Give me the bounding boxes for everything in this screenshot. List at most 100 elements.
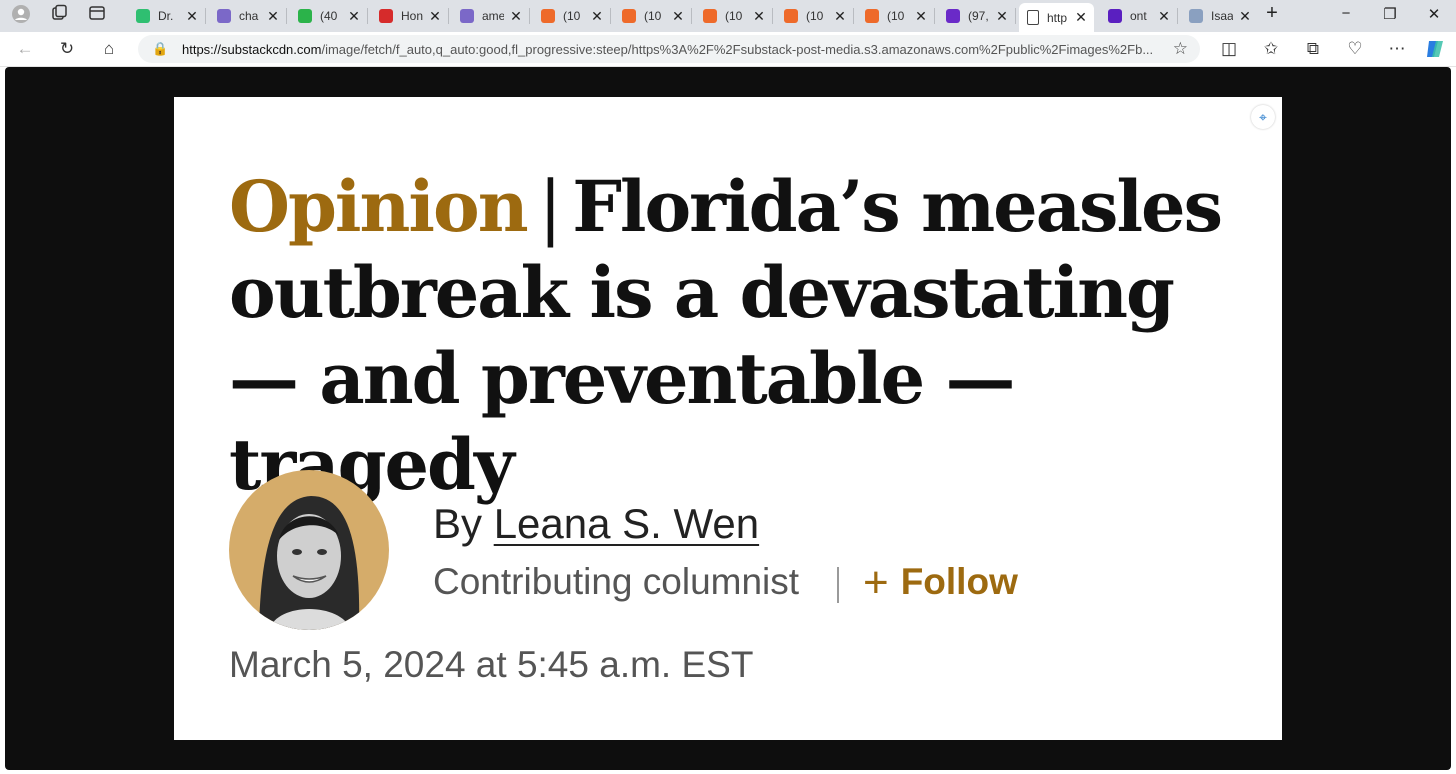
tab-actions-icon[interactable]	[86, 4, 108, 26]
tab-favicon-icon	[541, 9, 555, 23]
tab-strip: Dr. ✕ cha ✕ (40 ✕ Hon ✕ ame ✕ (10 ✕ (10 ✕ (10 ✕ (10 ✕ (10 ✕…	[0, 0, 1456, 32]
tab-favicon-icon	[136, 9, 150, 23]
profile-icon[interactable]	[10, 4, 32, 26]
tab-title: ont	[1130, 9, 1147, 23]
lock-icon[interactable]: 🔒	[152, 41, 168, 57]
browser-essentials-icon[interactable]: ♡	[1344, 38, 1366, 60]
browser-tab[interactable]: Dr. ✕	[128, 4, 203, 28]
restore-icon[interactable]: ❐	[1380, 5, 1400, 23]
close-tab-icon[interactable]: ✕	[429, 8, 441, 25]
close-tab-icon[interactable]: ✕	[915, 8, 927, 25]
back-icon[interactable]: ←	[14, 38, 36, 60]
follow-label: Follow	[900, 561, 1018, 602]
tab-title: cha	[239, 9, 259, 23]
browser-tab[interactable]: (10 ✕	[857, 4, 932, 28]
new-tab-icon[interactable]: +	[1262, 2, 1282, 25]
close-tab-icon[interactable]: ✕	[672, 8, 684, 25]
favorite-star-icon[interactable]: ☆	[1173, 39, 1188, 59]
browser-tab[interactable]: (10 ✕	[614, 4, 689, 28]
url-domain: https://substackcdn.com	[182, 42, 322, 57]
close-tab-icon[interactable]: ✕	[753, 8, 765, 25]
tab-separator	[205, 8, 206, 24]
refresh-icon[interactable]: ↻	[56, 38, 78, 60]
browser-tab[interactable]: ont ✕	[1100, 4, 1175, 28]
split-screen-icon[interactable]: ◫	[1218, 38, 1240, 60]
publish-date: March 5, 2024 at 5:45 a.m. EST	[229, 644, 754, 685]
opinion-kicker: Opinion	[229, 165, 529, 248]
browser-tab[interactable]: Isaa ✕	[1181, 4, 1256, 28]
tab-separator	[691, 8, 692, 24]
tab-separator	[853, 8, 854, 24]
close-tab-icon[interactable]: ✕	[186, 8, 198, 25]
visual-search-icon[interactable]: ⌖	[1251, 105, 1275, 129]
browser-tab[interactable]: (40 ✕	[290, 4, 365, 28]
tab-favicon-icon	[298, 9, 312, 23]
address-bar[interactable]: 🔒 https://substackcdn.com/image/fetch/f_…	[138, 35, 1200, 63]
copilot-icon[interactable]	[1424, 38, 1446, 60]
follow-button[interactable]: + Follow	[863, 557, 1018, 607]
tab-favicon-icon	[622, 9, 636, 23]
tab-separator	[772, 8, 773, 24]
tab-title: (10	[563, 9, 581, 23]
close-tab-icon[interactable]: ✕	[591, 8, 603, 25]
tab-title: (97,	[968, 9, 989, 23]
plus-icon: +	[863, 557, 889, 607]
browser-tab[interactable]: (10 ✕	[533, 4, 608, 28]
browser-tab[interactable]: (10 ✕	[695, 4, 770, 28]
tab-title: (40	[320, 9, 338, 23]
tab-favicon-icon	[946, 9, 960, 23]
browser-toolbar: ← ↻ ⌂ 🔒 https://substackcdn.com/image/fe…	[0, 32, 1456, 67]
article-headline: Opinion | Florida’s measles outbreak is a …	[229, 164, 1229, 508]
url-text[interactable]: https://substackcdn.com/image/fetch/f_au…	[182, 42, 1162, 57]
tab-favicon-icon	[379, 9, 393, 23]
tab-separator	[286, 8, 287, 24]
browser-tab[interactable]: http ✕	[1019, 3, 1094, 32]
tab-favicon-icon	[460, 9, 474, 23]
tab-title: Dr.	[158, 9, 174, 23]
tab-favicon-icon	[703, 9, 717, 23]
url-path: /image/fetch/f_auto,q_auto:good,fl_progr…	[321, 42, 1154, 57]
tab-title: (10	[725, 9, 743, 23]
byline-prefix: By	[433, 500, 483, 547]
tab-title: (10	[887, 9, 905, 23]
tab-title: (10	[644, 9, 662, 23]
favorites-icon[interactable]: ✩	[1260, 38, 1282, 60]
tab-separator	[1177, 8, 1178, 24]
tab-favicon-icon	[784, 9, 798, 23]
collections-icon[interactable]: ⧉	[1302, 38, 1324, 60]
close-tab-icon[interactable]: ✕	[267, 8, 279, 25]
tab-separator	[934, 8, 935, 24]
author-avatar	[229, 470, 389, 630]
close-tab-icon[interactable]: ✕	[348, 8, 360, 25]
close-tab-icon[interactable]: ✕	[834, 8, 846, 25]
close-tab-icon[interactable]: ✕	[1075, 9, 1087, 26]
close-tab-icon[interactable]: ✕	[996, 8, 1008, 25]
tab-title: http	[1047, 10, 1068, 25]
browser-tab[interactable]: Hon ✕	[371, 4, 446, 28]
browser-tab[interactable]: (97, ✕	[938, 4, 1013, 28]
minimize-icon[interactable]: −	[1336, 5, 1356, 22]
browser-tab[interactable]: ame ✕	[452, 4, 527, 28]
byline: By Leana S. Wen	[433, 500, 759, 548]
more-icon[interactable]: ⋯	[1386, 38, 1408, 60]
workspaces-icon[interactable]	[48, 4, 70, 26]
close-window-icon[interactable]: ✕	[1424, 5, 1444, 23]
tab-favicon-icon	[865, 9, 879, 23]
tab-favicon-icon	[1189, 9, 1203, 23]
close-tab-icon[interactable]: ✕	[510, 8, 522, 25]
close-tab-icon[interactable]: ✕	[1158, 8, 1170, 25]
tab-favicon-icon	[1027, 10, 1039, 25]
tab-title: Isaa	[1211, 9, 1233, 23]
close-tab-icon[interactable]: ✕	[1239, 8, 1251, 25]
browser-tab[interactable]: cha ✕	[209, 4, 284, 28]
kicker-separator: |	[538, 166, 563, 248]
author-link[interactable]: Leana S. Wen	[494, 500, 759, 547]
author-role: Contributing columnist	[433, 561, 800, 602]
home-icon[interactable]: ⌂	[98, 38, 120, 60]
tab-separator	[529, 8, 530, 24]
tab-separator	[367, 8, 368, 24]
browser-tab[interactable]: (10 ✕	[776, 4, 851, 28]
tab-title: (10	[806, 9, 824, 23]
tab-favicon-icon	[1108, 9, 1122, 23]
tab-separator	[1015, 8, 1016, 24]
